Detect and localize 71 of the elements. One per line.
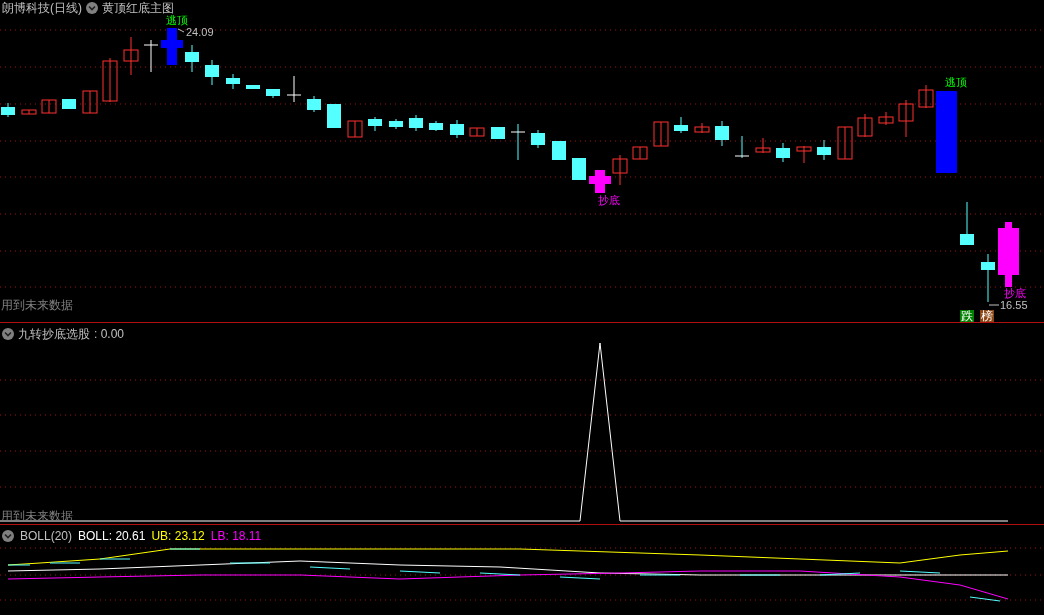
- candlestick: [347, 120, 363, 138]
- candlestick: [226, 73, 240, 90]
- candlestick: [62, 98, 76, 110]
- candlestick: [246, 84, 260, 90]
- candlestick: [653, 121, 669, 147]
- chevron-icon[interactable]: [2, 328, 14, 340]
- candlestick: [266, 88, 280, 99]
- candlestick: [41, 99, 57, 114]
- candlestick: [837, 126, 853, 160]
- candlestick: [552, 140, 566, 161]
- candlestick: [612, 154, 628, 186]
- cross-marker: [161, 28, 183, 65]
- candlestick: [734, 135, 750, 159]
- cross-marker: [589, 170, 611, 193]
- candlestick: [102, 57, 118, 103]
- signal-label: 抄底: [1004, 288, 1026, 299]
- tag-badge: 榜: [980, 310, 994, 322]
- indicator-value: LB: 18.11: [210, 528, 262, 545]
- candlestick: [572, 157, 586, 181]
- stock-title: 朗博科技(日线): [2, 2, 82, 14]
- candlestick: [674, 116, 688, 134]
- candlestick: [409, 114, 423, 132]
- signal-label: 抄底: [598, 195, 620, 206]
- candlestick: [981, 253, 995, 303]
- candlestick: [878, 111, 894, 126]
- candlestick: [143, 39, 159, 73]
- candlestick: [796, 145, 812, 164]
- candlestick: [776, 142, 790, 163]
- candlestick: [857, 113, 873, 138]
- candlestick: [429, 120, 443, 132]
- indicator-value: BOLL: 20.61: [78, 528, 146, 545]
- candlestick: [755, 137, 771, 154]
- candlestick: [389, 118, 403, 130]
- candlestick: [632, 146, 648, 160]
- candlestick: [327, 103, 341, 129]
- candlestick: [817, 139, 831, 161]
- candlestick: [307, 95, 321, 113]
- candlestick: [21, 109, 37, 115]
- panel-value: : 0.00: [94, 326, 125, 343]
- leader-line: [988, 304, 1000, 306]
- candlestick: [205, 59, 219, 86]
- candlestick: [715, 120, 729, 147]
- signal-label: 逃顶: [166, 15, 188, 26]
- candlestick: [531, 129, 545, 149]
- indicator-title: 黄顶红底主图: [102, 2, 174, 14]
- panel-title: 九转抄底选股: [18, 326, 90, 343]
- candlestick: [286, 75, 302, 103]
- price-label: 16.55: [1000, 300, 1028, 311]
- price-label: 24.09: [186, 27, 214, 38]
- candlestick: [960, 201, 974, 246]
- candlestick: [491, 126, 505, 140]
- candlestick: [918, 84, 934, 109]
- indicator-value: UB: 23.12: [151, 528, 205, 545]
- candlestick: [368, 116, 382, 132]
- leader-line: [177, 28, 185, 33]
- candlestick: [185, 44, 199, 73]
- candlestick: [469, 127, 485, 137]
- candlestick: [998, 222, 1019, 287]
- candlestick: [1, 102, 15, 118]
- indicator-name: BOLL(20): [20, 528, 73, 545]
- candlestick: [694, 122, 710, 134]
- candlestick: [898, 99, 914, 138]
- chevron-icon[interactable]: [86, 2, 98, 14]
- warning-note: 用到未来数据: [1, 297, 73, 314]
- candlestick: [450, 119, 464, 139]
- candlestick: [510, 123, 526, 161]
- tag-badge: 跌: [960, 310, 974, 322]
- chevron-icon[interactable]: [2, 530, 14, 542]
- candlestick: [82, 90, 98, 114]
- signal-label: 逃顶: [945, 77, 967, 88]
- candlestick: [123, 36, 139, 76]
